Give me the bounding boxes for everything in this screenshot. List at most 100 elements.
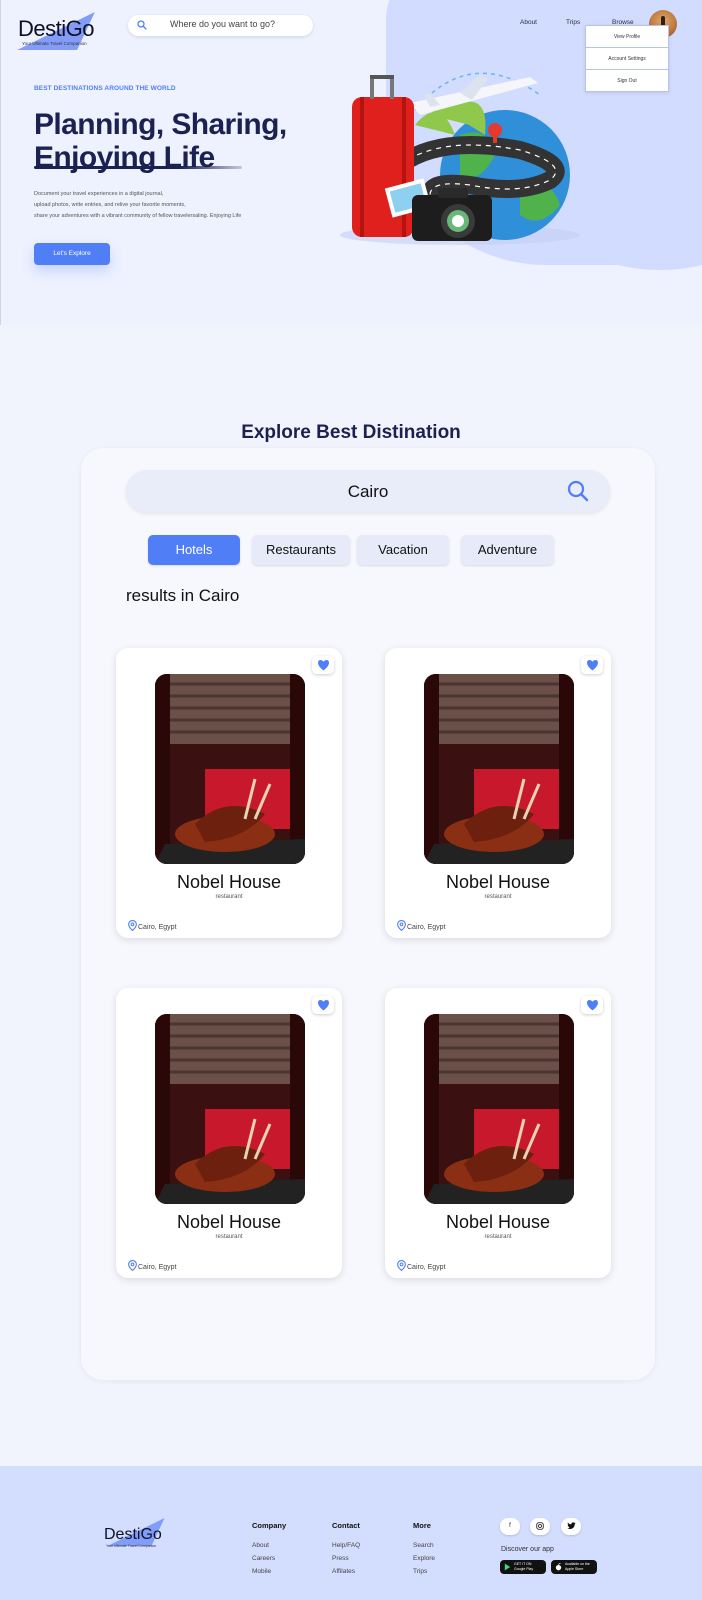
card-title: Nobel House (445, 872, 551, 892)
restaurant-photo (424, 1014, 574, 1204)
headline-line-2: Enjoying Life (34, 141, 215, 174)
food-image (155, 1014, 305, 1204)
logo-text: DestiGo (18, 16, 94, 41)
destination-search-input[interactable]: Cairo (126, 470, 610, 512)
card-location: Cairo, Egypt (128, 919, 177, 932)
footer-link[interactable]: About (252, 1542, 286, 1549)
tab-hotels[interactable]: Hotels (148, 535, 240, 565)
footer-link[interactable]: Affilates (332, 1568, 360, 1575)
menu-view-profile[interactable]: View Profile (586, 26, 668, 48)
heart-icon (587, 660, 598, 671)
card-location: Cairo, Egypt (397, 1259, 446, 1272)
location-pin-icon (397, 1259, 406, 1272)
favorite-button[interactable] (312, 996, 334, 1014)
logo[interactable]: DestiGo Your Ultimate Travel Companion (16, 8, 106, 52)
footer-logo-text: DestiGo (104, 1526, 162, 1543)
heart-icon (318, 1000, 329, 1011)
food-image (155, 674, 305, 864)
restaurant-photo (155, 1014, 305, 1204)
food-image (424, 674, 574, 864)
card-location: Cairo, Egypt (397, 919, 446, 932)
location-pin-icon (397, 919, 406, 932)
footer-column-contact: Contact Help/FAQ Press Affilates (332, 1521, 360, 1581)
twitter-glyph (566, 1522, 576, 1530)
card-location-text: Cairo, Egypt (407, 924, 446, 931)
tab-restaurants[interactable]: Restaurants (252, 535, 350, 565)
footer-link[interactable]: Explore (413, 1555, 435, 1562)
menu-sign-out[interactable]: Sign Out (586, 70, 668, 92)
card-type: restaurant (215, 1234, 243, 1240)
hero-section: DestiGo Your Ultimate Travel Companion W… (0, 0, 702, 325)
card-location-text: Cairo, Egypt (407, 1264, 446, 1271)
footer-link[interactable]: Press (332, 1555, 360, 1562)
headline-underline (34, 166, 242, 169)
apple-icon (555, 1563, 562, 1571)
favorite-button[interactable] (581, 656, 603, 674)
card-location-text: Cairo, Egypt (138, 924, 177, 931)
facebook-icon[interactable]: f (500, 1518, 520, 1535)
location-pin-icon (128, 919, 137, 932)
google-play-button[interactable]: GET IT ON Google Play (500, 1560, 546, 1574)
card-title: Nobel House (445, 1212, 551, 1232)
left-divider (0, 0, 1, 325)
facebook-glyph: f (509, 1523, 511, 1529)
result-card[interactable]: Nobel House restaurant Cairo, Egypt (116, 988, 342, 1278)
card-type: restaurant (215, 894, 243, 900)
nav-trips[interactable]: Trips (566, 19, 580, 26)
profile-dropdown: View Profile Account Settings Sign Out (585, 25, 669, 92)
travel-illustration (340, 72, 580, 245)
search-value: Cairo (347, 482, 389, 501)
search-icon (137, 20, 147, 30)
tab-adventure[interactable]: Adventure (461, 535, 554, 565)
result-card[interactable]: Nobel House restaurant Cairo, Egypt (116, 648, 342, 938)
hero-description-line: share your adventures with a vibrant com… (34, 213, 242, 219)
store-big-text: Google Play (514, 1567, 534, 1571)
card-type: restaurant (484, 894, 512, 900)
card-type: restaurant (484, 1234, 512, 1240)
play-store-icon (504, 1563, 511, 1571)
footer-logo[interactable]: DestiGo Your Ultimate Travel Companion (104, 1518, 174, 1556)
hero-description-line: upload photos, write entries, and relive… (34, 202, 186, 208)
twitter-icon[interactable] (561, 1518, 581, 1535)
card-location-text: Cairo, Egypt (138, 1264, 177, 1271)
favorite-button[interactable] (312, 656, 334, 674)
food-image (424, 1014, 574, 1204)
discover-app-label: Discover our app (501, 1546, 554, 1553)
footer-link[interactable]: Help/FAQ (332, 1542, 360, 1549)
footer-link[interactable]: Mobile (252, 1568, 286, 1575)
result-card[interactable]: Nobel House restaurant Cairo, Egypt (385, 648, 611, 938)
instagram-glyph (536, 1522, 544, 1530)
app-store-button[interactable]: Available on the Apple Store (551, 1560, 597, 1574)
card-title: Nobel House (176, 1212, 282, 1232)
heart-icon (587, 1000, 598, 1011)
instagram-icon[interactable] (530, 1518, 550, 1535)
search-icon[interactable] (566, 479, 590, 503)
footer-link[interactable]: Trips (413, 1568, 435, 1575)
header-search-input[interactable]: Where do you want to go? (128, 15, 313, 36)
restaurant-photo (155, 674, 305, 864)
hero-description: Document your travel experiences in a di… (34, 189, 241, 222)
lets-explore-button[interactable]: Let's Explore (34, 243, 110, 265)
logo-subtitle: Your Ultimate Travel Companion (22, 41, 87, 46)
footer-column-company: Company About Careers Mobile (252, 1521, 286, 1581)
hero-headline: Planning, Sharing, Enjoying Life (34, 108, 287, 174)
footer-heading: Company (252, 1521, 287, 1530)
results-label: results in Cairo (126, 586, 240, 605)
location-pin-icon (128, 1259, 137, 1272)
footer-column-more: More Search Explore Trips (413, 1521, 435, 1581)
favorite-button[interactable] (581, 996, 603, 1014)
card-location: Cairo, Egypt (128, 1259, 177, 1272)
result-card[interactable]: Nobel House restaurant Cairo, Egypt (385, 988, 611, 1278)
footer-link[interactable]: Careers (252, 1555, 286, 1562)
card-title: Nobel House (176, 872, 282, 892)
heart-icon (318, 660, 329, 671)
menu-account-settings[interactable]: Account Settings (586, 48, 668, 70)
tab-vacation[interactable]: Vacation (357, 535, 449, 565)
footer-heading: More (413, 1521, 431, 1530)
footer-logo-subtitle: Your Ultimate Travel Companion (106, 1544, 157, 1548)
nav-about[interactable]: About (520, 19, 537, 26)
footer-heading: Contact (332, 1521, 360, 1530)
hero-tagline: BEST DESTINATIONS AROUND THE WORLD (34, 85, 176, 92)
footer-link[interactable]: Search (413, 1542, 435, 1549)
restaurant-photo (424, 674, 574, 864)
